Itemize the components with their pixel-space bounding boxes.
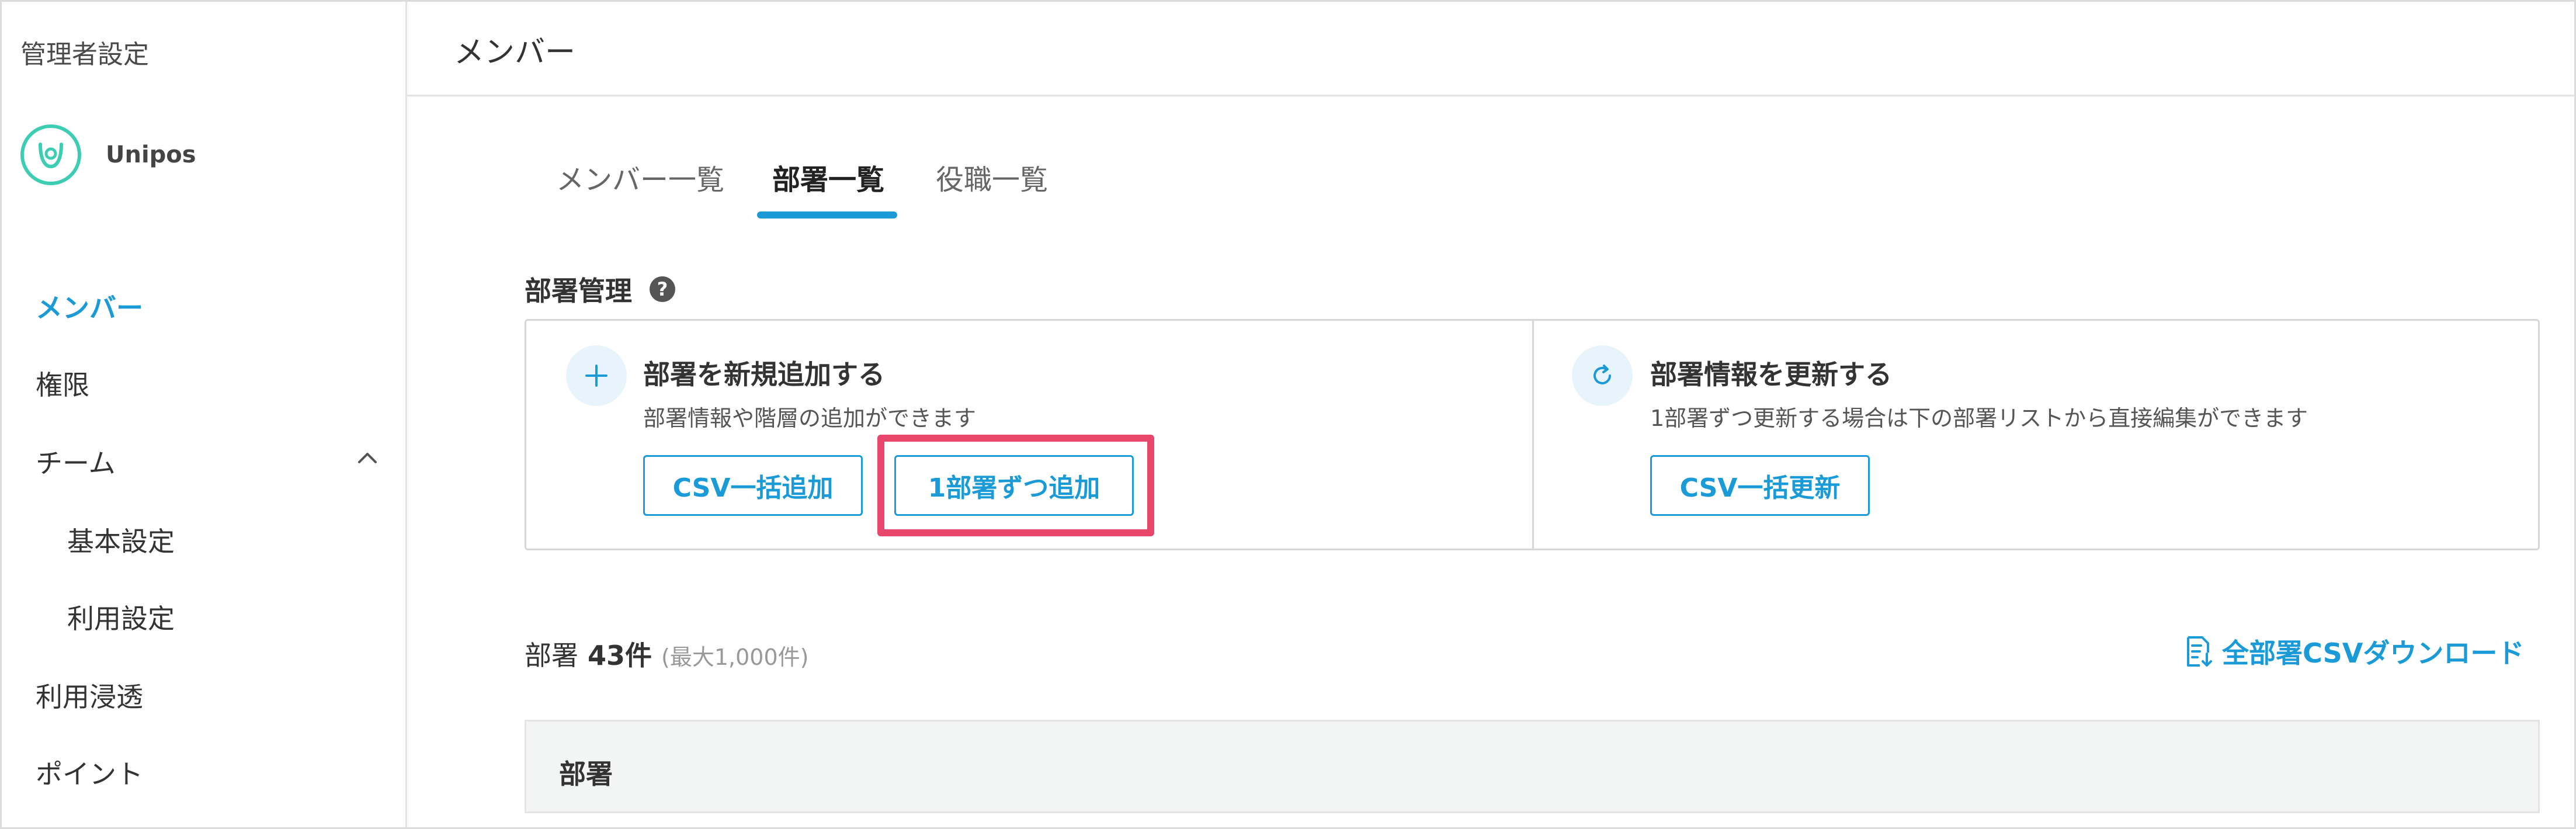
download-all-csv-link[interactable]: 全部署CSVダウンロード <box>2185 632 2524 671</box>
sidebar-item-basic-settings[interactable]: 基本設定 <box>67 521 175 559</box>
page-title: メンバー <box>454 35 576 70</box>
sidebar-item-usage-settings[interactable]: 利用設定 <box>67 598 175 636</box>
sidebar-item-members[interactable]: メンバー <box>36 287 143 325</box>
page-header: メンバー <box>407 2 2574 96</box>
active-tab-indicator <box>757 211 897 218</box>
department-count-value: 43件 <box>588 640 652 671</box>
csv-download-icon <box>2187 636 2212 667</box>
card-divider <box>1532 321 1534 549</box>
add-card-title: 部署を新規追加する <box>643 359 885 390</box>
highlight-box <box>877 435 1154 536</box>
csv-bulk-add-button[interactable]: CSV一括追加 <box>643 455 863 516</box>
department-count-label: 部署 <box>525 640 578 671</box>
unipos-logo-icon <box>20 124 81 185</box>
section-title-label: 部署管理 <box>525 275 632 307</box>
brand[interactable]: Unipos <box>20 124 196 185</box>
brand-name: Unipos <box>106 141 196 168</box>
department-count-max: (最大1,000件) <box>661 644 809 670</box>
sidebar: 管理者設定 Unipos メンバー 権限 チーム 基本設定 利用設定 利用浸透 … <box>2 2 407 827</box>
help-icon[interactable]: ? <box>650 276 675 302</box>
sidebar-item-points[interactable]: ポイント <box>36 753 143 792</box>
refresh-icon <box>1572 345 1633 406</box>
update-card-description: 1部署ずつ更新する場合は下の部署リストから直接編集ができます <box>1650 405 2308 431</box>
download-all-csv-label: 全部署CSVダウンロード <box>2222 637 2525 669</box>
chevron-up-icon[interactable] <box>355 445 380 470</box>
department-table-header: 部署 <box>525 720 2540 813</box>
sidebar-item-usage-penetration[interactable]: 利用浸透 <box>36 676 143 714</box>
update-card-title: 部署情報を更新する <box>1650 359 1892 390</box>
column-header-department: 部署 <box>559 758 613 790</box>
department-count: 部署 43件 (最大1,000件) <box>525 634 808 673</box>
sidebar-item-team[interactable]: チーム <box>36 442 116 481</box>
tab-member-list[interactable]: メンバー一覧 <box>556 157 724 226</box>
sidebar-title: 管理者設定 <box>20 40 149 70</box>
csv-bulk-update-button[interactable]: CSV一括更新 <box>1650 455 1870 516</box>
tab-position-list[interactable]: 役職一覧 <box>936 157 1048 226</box>
department-management-cards: 部署を新規追加する 部署情報や階層の追加ができます CSV一括追加 1部署ずつ追… <box>525 319 2540 550</box>
plus-icon <box>566 345 627 406</box>
section-title: 部署管理 ? <box>525 270 675 308</box>
add-card-description: 部署情報や階層の追加ができます <box>643 405 977 431</box>
sidebar-item-permissions[interactable]: 権限 <box>36 364 89 403</box>
